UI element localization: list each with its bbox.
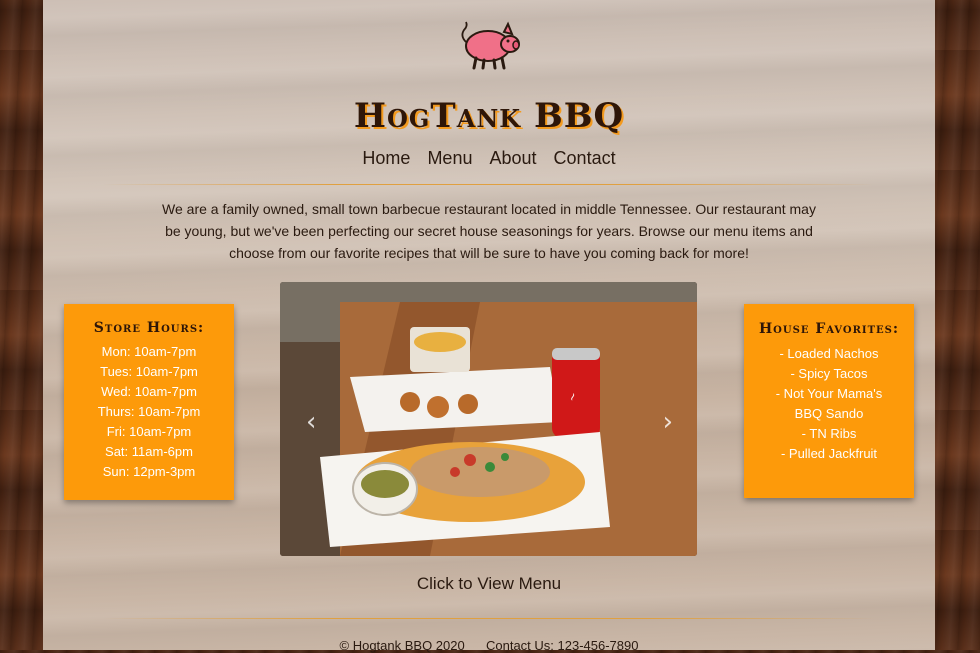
store-hours-title: Store Hours: bbox=[93, 320, 205, 336]
hours-line: Thurs: 10am-7pm bbox=[97, 404, 201, 419]
favorite-item: - Spicy Tacos bbox=[790, 366, 868, 381]
favorite-item: - Not Your Mama's BBQ Sando bbox=[775, 386, 883, 421]
favorite-item: - Pulled Jackfruit bbox=[780, 446, 878, 461]
hours-line: Fri: 10am-7pm bbox=[106, 424, 192, 439]
footer: © Hogtank BBQ 2020 Contact Us: 123-456-7… bbox=[43, 638, 935, 653]
hours-line: Sun: 12pm-3pm bbox=[102, 464, 196, 479]
nav-home-link[interactable]: Home bbox=[362, 148, 410, 168]
site-title: HogTank BBQ bbox=[353, 96, 625, 136]
main-nav: Home Menu About Contact bbox=[43, 148, 935, 169]
hours-line: Sat: 11am-6pm bbox=[105, 444, 193, 459]
favorite-item: - TN Ribs bbox=[801, 426, 857, 441]
nav-contact-link[interactable]: Contact bbox=[554, 148, 616, 168]
chevron-right-icon[interactable]: › bbox=[663, 407, 673, 437]
hours-line: Wed: 10am-7pm bbox=[101, 384, 197, 399]
footer-contact[interactable]: Contact Us: 123-456-7890 bbox=[486, 638, 638, 653]
view-menu-link[interactable]: Click to View Menu bbox=[43, 574, 935, 594]
store-hours-card: Store Hours: Mon: 10am-7pm Tues: 10am-7p… bbox=[64, 304, 234, 500]
nachos-photo: ~ bbox=[280, 282, 697, 556]
store-hours-list: Mon: 10am-7pm Tues: 10am-7pm Wed: 10am-7… bbox=[64, 342, 234, 482]
nav-about-link[interactable]: About bbox=[489, 148, 536, 168]
hours-line: Tues: 10am-7pm bbox=[100, 364, 198, 379]
house-favorites-title: House Favorites: bbox=[758, 321, 900, 337]
food-photo-carousel[interactable]: ~ ‹ › bbox=[280, 282, 697, 556]
header-divider bbox=[103, 184, 875, 185]
favorite-item: - Loaded Nachos bbox=[779, 346, 879, 361]
chevron-left-icon[interactable]: ‹ bbox=[306, 407, 316, 437]
house-favorites-list: - Loaded Nachos - Spicy Tacos - Not Your… bbox=[744, 344, 914, 464]
content-panel: HogTank BBQ Home Menu About Contact We a… bbox=[43, 0, 935, 653]
house-favorites-card: House Favorites: - Loaded Nachos - Spicy… bbox=[744, 304, 914, 498]
footer-copyright: © Hogtank BBQ 2020 bbox=[339, 638, 465, 653]
nav-menu-link[interactable]: Menu bbox=[427, 148, 472, 168]
pig-icon[interactable] bbox=[458, 18, 522, 70]
intro-text: We are a family owned, small town barbec… bbox=[162, 201, 816, 261]
footer-divider bbox=[103, 618, 875, 619]
hours-line: Mon: 10am-7pm bbox=[101, 344, 197, 359]
